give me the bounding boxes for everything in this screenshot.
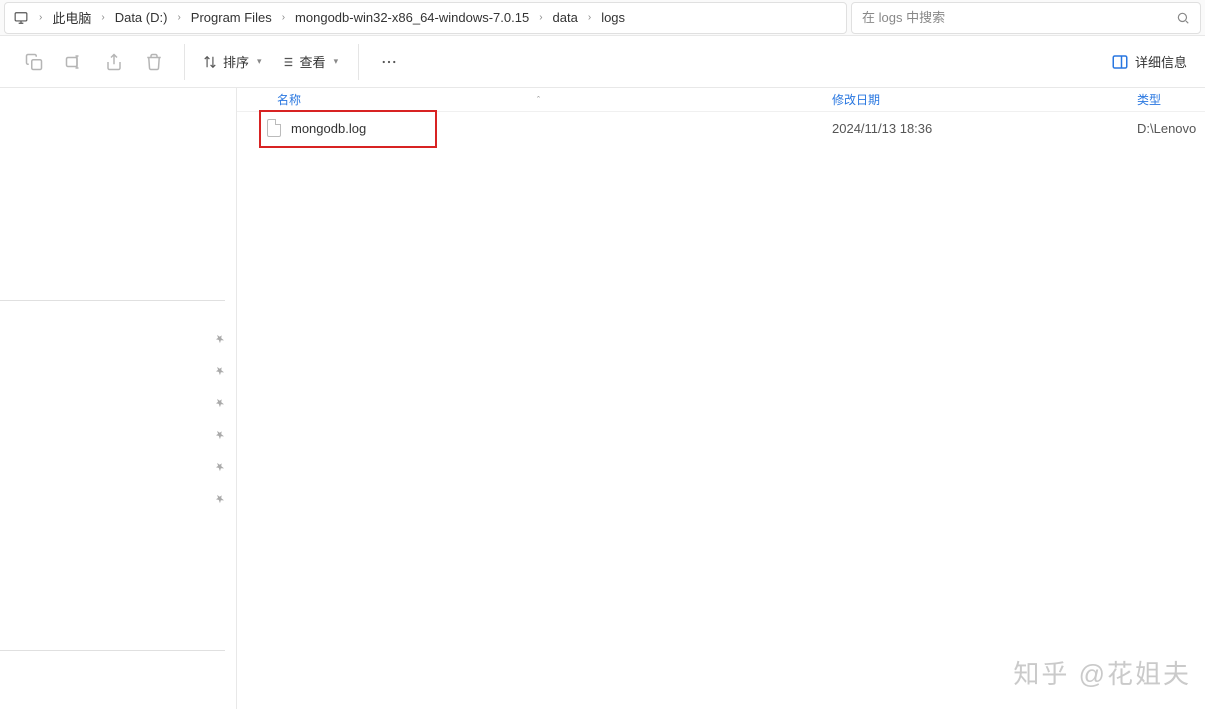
column-headers[interactable]: 名称 ˆ 修改日期 类型 [237, 88, 1205, 112]
breadcrumb-separator: › [177, 12, 180, 23]
breadcrumb-item-thispc[interactable]: 此电脑 [52, 8, 91, 27]
details-button[interactable]: 详细信息 [1101, 44, 1197, 80]
breadcrumb-item-logs[interactable]: logs [601, 10, 625, 25]
details-pane-icon [1111, 53, 1129, 71]
breadcrumb-separator: › [39, 12, 42, 23]
list-icon [280, 55, 294, 69]
breadcrumb-item-mongodb[interactable]: mongodb-win32-x86_64-windows-7.0.15 [295, 10, 529, 25]
details-label: 详细信息 [1135, 52, 1187, 71]
chevron-down-icon: ▾ [257, 56, 262, 67]
sort-label: 排序 [223, 52, 249, 71]
search-box[interactable] [851, 2, 1201, 34]
column-header-type[interactable]: 类型 [1137, 91, 1161, 108]
toolbar-view-group: 排序 ▾ 查看 ▾ [189, 44, 359, 80]
pin-icon [212, 363, 229, 380]
view-label: 查看 [300, 52, 326, 71]
monitor-icon [13, 11, 29, 25]
pinned-indicators [214, 333, 226, 525]
watermark: 知乎 @花姐夫 [1013, 654, 1191, 691]
delete-button [136, 44, 172, 80]
file-name-cell: mongodb.log [267, 119, 366, 137]
toolbar: 排序 ▾ 查看 ▾ 详细信息 [0, 36, 1205, 88]
breadcrumb-separator: › [282, 12, 285, 23]
sort-ascending-icon: ˆ [537, 95, 540, 105]
sidebar[interactable] [0, 88, 237, 709]
toolbar-more-group [363, 44, 415, 80]
sidebar-divider [0, 300, 225, 301]
column-header-name[interactable]: 名称 [277, 91, 301, 108]
copy-icon [25, 53, 43, 71]
breadcrumb-item-drive[interactable]: Data (D:) [115, 10, 168, 25]
share-icon [105, 53, 123, 71]
share-button [96, 44, 132, 80]
file-type: D:\Lenovo [1137, 121, 1196, 136]
view-button[interactable]: 查看 ▾ [274, 44, 347, 80]
file-row[interactable]: mongodb.log 2024/11/13 18:36 D:\Lenovo [237, 112, 1205, 144]
breadcrumb-separator: › [588, 12, 591, 23]
main-area: 名称 ˆ 修改日期 类型 mongodb.log 2024/11/13 18:3… [0, 88, 1205, 709]
sort-button[interactable]: 排序 ▾ [197, 44, 270, 80]
chevron-down-icon: ▾ [334, 56, 339, 67]
sidebar-divider [0, 650, 225, 651]
rename-icon [65, 53, 83, 71]
file-name: mongodb.log [291, 121, 366, 136]
address-bar: › 此电脑 › Data (D:) › Program Files › mong… [0, 0, 1205, 36]
search-icon [1176, 11, 1190, 25]
new-button [16, 44, 52, 80]
pin-icon [212, 395, 229, 412]
breadcrumb-separator: › [539, 12, 542, 23]
breadcrumb[interactable]: › 此电脑 › Data (D:) › Program Files › mong… [4, 2, 847, 34]
more-icon [380, 53, 398, 71]
search-input[interactable] [862, 10, 1176, 25]
home-icon-wrap[interactable] [13, 11, 29, 25]
file-date: 2024/11/13 18:36 [832, 121, 932, 136]
toolbar-clipboard-group [8, 44, 185, 80]
rename-button [56, 44, 92, 80]
sort-icon [203, 55, 217, 69]
breadcrumb-item-programfiles[interactable]: Program Files [191, 10, 272, 25]
more-button[interactable] [371, 44, 407, 80]
column-header-date[interactable]: 修改日期 [832, 91, 880, 108]
pin-icon [212, 459, 229, 476]
file-list-area[interactable]: 名称 ˆ 修改日期 类型 mongodb.log 2024/11/13 18:3… [237, 88, 1205, 709]
breadcrumb-item-data[interactable]: data [553, 10, 578, 25]
pin-icon [212, 427, 229, 444]
breadcrumb-separator: › [101, 12, 104, 23]
pin-icon [212, 491, 229, 508]
pin-icon [212, 331, 229, 348]
trash-icon [145, 53, 163, 71]
file-icon [267, 119, 281, 137]
